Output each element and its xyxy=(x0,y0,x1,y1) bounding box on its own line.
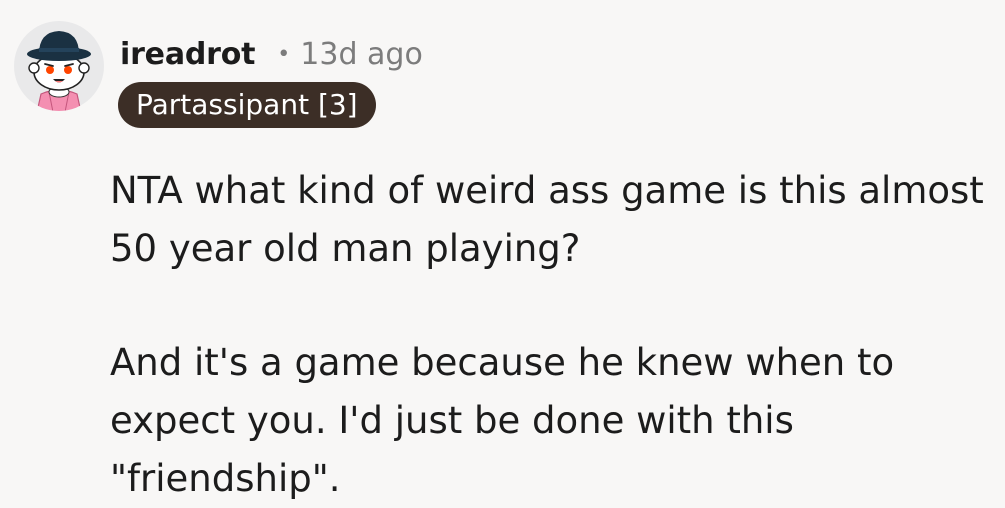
user-flair-badge: Partassipant [3] xyxy=(118,82,376,128)
comment: ireadrot • 13d ago Partassipant [3] NTA … xyxy=(0,0,1005,502)
comment-body: NTA what kind of weird ass game is this … xyxy=(110,162,990,508)
comment-paragraph: NTA what kind of weird ass game is this … xyxy=(110,169,984,270)
comment-paragraph: And it's a game because he knew when to … xyxy=(110,341,895,500)
comment-timestamp[interactable]: 13d ago xyxy=(300,37,423,72)
meta-separator: • xyxy=(277,41,291,67)
author-username[interactable]: ireadrot xyxy=(120,37,255,72)
snoo-avatar-with-hat-icon xyxy=(14,21,104,111)
user-avatar[interactable] xyxy=(13,20,105,112)
comment-meta: ireadrot • 13d ago xyxy=(120,32,423,76)
